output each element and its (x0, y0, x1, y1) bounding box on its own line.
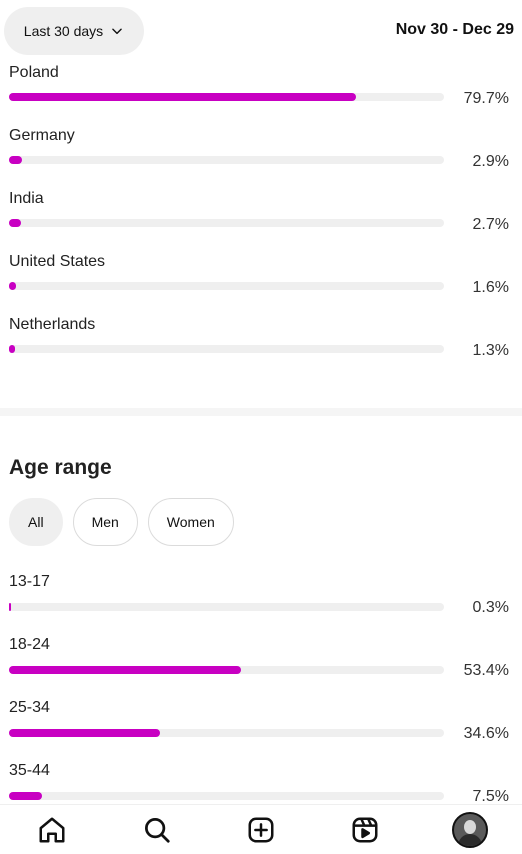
bar-label: 25-34 (9, 699, 50, 716)
bar-row: Germany 2.9% (0, 127, 522, 190)
bar-row: Netherlands 1.3% (0, 316, 522, 379)
bar-label: 18-24 (9, 636, 50, 653)
bar-label: Germany (9, 127, 75, 144)
bar-value: 2.9% (472, 153, 509, 170)
bar-row: 35-44 7.5% (0, 762, 522, 804)
bar-value: 0.3% (472, 599, 509, 616)
search-icon (144, 817, 170, 843)
nav-search[interactable] (137, 810, 177, 850)
filter-chip-men[interactable]: Men (72, 498, 138, 546)
nav-reels[interactable] (345, 810, 385, 850)
create-icon (248, 817, 274, 842)
bar-fill (9, 282, 16, 290)
bar-label: India (9, 190, 44, 207)
bar-fill (9, 603, 11, 611)
date-range-dropdown-label: Last 30 days (23, 23, 104, 39)
reels-icon (352, 817, 378, 842)
date-range-text: Nov 30 - Dec 29 (395, 21, 514, 38)
section-divider (0, 408, 522, 416)
bar-row: 18-24 53.4% (0, 636, 522, 699)
bar-fill (9, 729, 160, 737)
home-icon (39, 817, 65, 842)
bar-track (9, 729, 444, 737)
bottom-nav (0, 804, 522, 854)
bar-value: 1.6% (472, 279, 509, 296)
bar-label: 35-44 (9, 762, 50, 779)
filter-chip-all[interactable]: All (9, 498, 63, 546)
chevron-down-icon (112, 28, 122, 35)
bar-label: Netherlands (9, 316, 96, 333)
avatar-body (457, 833, 482, 846)
bar-value: 2.7% (472, 216, 509, 233)
bar-value: 34.6% (463, 725, 509, 742)
bar-row: 13-17 0.3% (0, 573, 522, 636)
age-range-title: Age range (9, 456, 112, 479)
bar-value: 1.3% (472, 342, 509, 359)
audience-content: Poland 79.7% Germany 2.9% India 2.7% United St… (0, 62, 522, 804)
bar-fill (9, 219, 21, 227)
bar-fill (9, 156, 22, 164)
bar-fill (9, 93, 356, 101)
nav-profile[interactable] (450, 810, 490, 850)
bar-track (9, 219, 444, 227)
bar-label: 13-17 (9, 573, 50, 590)
bar-fill (9, 792, 42, 800)
bar-row: Poland 79.7% (0, 64, 522, 127)
age-filter-chips: All Men Women (9, 498, 234, 546)
nav-home[interactable] (32, 810, 72, 850)
date-range-dropdown[interactable]: Last 30 days (4, 7, 144, 55)
top-bar: Last 30 days Nov 30 - Dec 29 (0, 0, 522, 62)
bar-label: Poland (9, 64, 59, 81)
filter-chip-women[interactable]: Women (147, 498, 234, 546)
bar-value: 53.4% (463, 662, 509, 679)
bar-value: 7.5% (472, 788, 509, 804)
bar-track (9, 282, 444, 290)
bar-row: 25-34 34.6% (0, 699, 522, 762)
bar-row: India 2.7% (0, 190, 522, 253)
profile-avatar (451, 811, 488, 848)
bar-value: 79.7% (463, 90, 509, 107)
bar-track (9, 792, 444, 800)
bar-track (9, 156, 444, 164)
bar-track (9, 93, 444, 101)
bar-track (9, 345, 444, 353)
bar-row: United States 1.6% (0, 253, 522, 316)
bar-track (9, 603, 444, 611)
avatar-head (463, 819, 476, 834)
nav-create[interactable] (241, 810, 281, 850)
bar-fill (9, 345, 15, 353)
bar-fill (9, 666, 242, 674)
bar-label: United States (9, 253, 106, 270)
bar-track (9, 666, 444, 674)
